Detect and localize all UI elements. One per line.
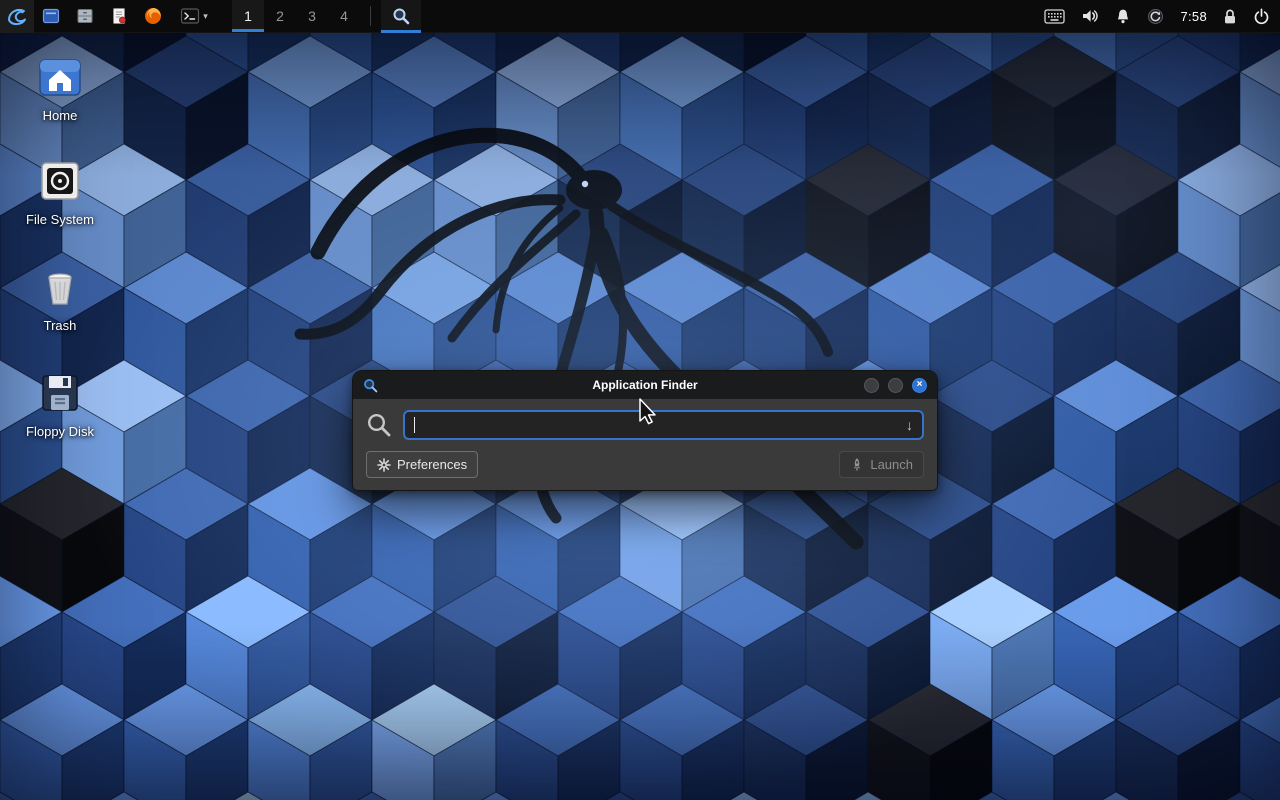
button-row: Preferences Launch xyxy=(366,451,924,478)
panel-separator xyxy=(370,6,371,26)
kali-menu-icon[interactable] xyxy=(0,0,34,33)
preferences-button[interactable]: Preferences xyxy=(366,451,478,478)
sync-status-icon[interactable] xyxy=(1147,8,1164,25)
floppy-disk-icon xyxy=(36,369,84,417)
power-icon[interactable] xyxy=(1253,8,1270,25)
preferences-label: Preferences xyxy=(397,457,467,472)
text-caret xyxy=(414,417,415,433)
file-system-icon xyxy=(36,157,84,205)
launch-label: Launch xyxy=(870,457,913,472)
dropdown-arrow-icon[interactable]: ↓ xyxy=(906,417,913,433)
rocket-icon xyxy=(850,457,864,472)
desktop-icon-label: Trash xyxy=(44,318,77,333)
desktop-icon-trash[interactable]: Trash xyxy=(12,263,108,333)
workspace-2[interactable]: 2 xyxy=(264,0,296,32)
close-icon: × xyxy=(917,380,923,390)
window-titlebar[interactable]: Application Finder × xyxy=(353,371,937,399)
close-button[interactable]: × xyxy=(912,378,927,393)
home-icon xyxy=(36,53,84,101)
panel-launchers: ▾ xyxy=(0,0,218,32)
window-controls: × xyxy=(864,378,927,393)
keyboard-indicator-icon[interactable] xyxy=(1044,9,1065,24)
workspace-4[interactable]: 4 xyxy=(328,0,360,32)
lock-icon[interactable] xyxy=(1223,8,1237,25)
application-finder-window-icon xyxy=(363,378,378,393)
application-finder-window: Application Finder × ↓ xyxy=(352,370,938,491)
desktop-icon-label: File System xyxy=(26,212,94,227)
workspace-3[interactable]: 3 xyxy=(296,0,328,32)
system-tray: 7:58 xyxy=(1044,0,1280,32)
desktop-icon-label: Floppy Disk xyxy=(26,424,94,439)
desktop-icon-label: Home xyxy=(43,108,78,123)
file-manager-icon[interactable] xyxy=(68,0,102,33)
launch-button[interactable]: Launch xyxy=(839,451,924,478)
top-panel: ▾ 1 2 3 4 xyxy=(0,0,1280,33)
panel-clock[interactable]: 7:58 xyxy=(1180,9,1207,24)
workspace-4-label: 4 xyxy=(340,8,348,24)
workspace-2-label: 2 xyxy=(276,8,284,24)
desktop-icon-file-system[interactable]: File System xyxy=(12,157,108,227)
chevron-down-icon[interactable]: ▾ xyxy=(203,12,208,21)
trash-icon xyxy=(36,263,84,311)
desktop-icon-floppy-disk[interactable]: Floppy Disk xyxy=(12,369,108,439)
notifications-bell-icon[interactable] xyxy=(1115,8,1131,25)
gear-icon xyxy=(377,458,391,472)
search-row: ↓ xyxy=(366,410,924,440)
application-finder-task-icon xyxy=(392,7,410,25)
taskbar-application-finder[interactable] xyxy=(381,0,421,33)
window-title: Application Finder xyxy=(353,378,937,392)
terminal-icon xyxy=(180,7,200,25)
terminal-launcher[interactable]: ▾ xyxy=(170,0,218,33)
desktop-icon-home[interactable]: Home xyxy=(12,53,108,123)
files-app-icon[interactable] xyxy=(34,0,68,33)
workspace-1-label: 1 xyxy=(244,8,252,24)
search-field: ↓ xyxy=(403,410,924,440)
search-icon xyxy=(366,412,392,438)
search-input[interactable] xyxy=(418,418,898,433)
firefox-icon[interactable] xyxy=(136,0,170,33)
minimize-button[interactable] xyxy=(864,378,879,393)
text-editor-icon[interactable] xyxy=(102,0,136,33)
volume-icon[interactable] xyxy=(1081,8,1099,24)
workspace-switcher: 1 2 3 4 xyxy=(232,0,360,32)
window-body: ↓ Preferences xyxy=(353,399,937,490)
maximize-button[interactable] xyxy=(888,378,903,393)
window-icon xyxy=(363,378,378,393)
workspace-3-label: 3 xyxy=(308,8,316,24)
workspace-1[interactable]: 1 xyxy=(232,0,264,32)
